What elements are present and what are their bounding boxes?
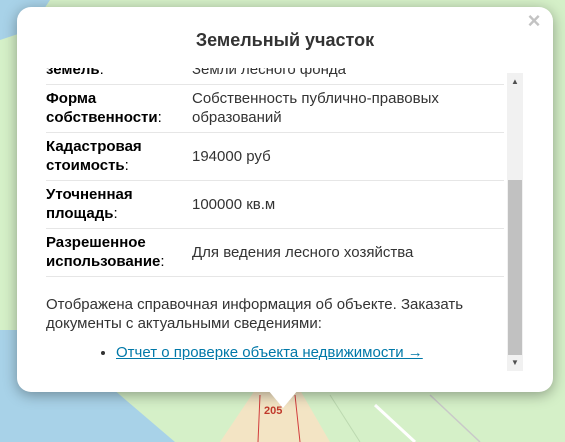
property-row-permitted-use: Разрешенное использование: Для ведения ле… (46, 229, 504, 277)
property-label: Форма собственности: (46, 90, 162, 126)
scrollbar[interactable]: ▲ ▼ (507, 73, 523, 371)
property-value: 100000 кв.м (192, 195, 276, 213)
property-label: земель: (46, 68, 104, 78)
property-label: Кадастровая стоимость: (46, 138, 142, 174)
scroll-down-arrow-icon[interactable]: ▼ (507, 354, 523, 371)
property-report-link[interactable]: Отчет о проверке объекта недвижимости → (116, 344, 423, 361)
close-icon[interactable]: × (525, 10, 543, 32)
info-links: Отчет о проверке объекта недвижимости → (46, 343, 504, 362)
property-value: Собственность публично-правовых образова… (192, 90, 439, 126)
property-value: Для ведения лесного хозяйства (192, 243, 414, 261)
list-item: Отчет о проверке объекта недвижимости → (116, 343, 504, 362)
property-value: 194000 руб (192, 147, 271, 165)
property-row-cadastral-value: Кадастровая стоимость: 194000 руб (46, 133, 504, 181)
property-row-area: Уточненная площадь: 100000 кв.м (46, 181, 504, 229)
property-label: Разрешенное использование: (46, 234, 165, 270)
scroll-up-arrow-icon[interactable]: ▲ (507, 73, 523, 90)
scrollbar-thumb[interactable] (508, 180, 522, 355)
property-row-ownership: Форма собственности: Собственность публич… (46, 85, 504, 133)
popup-pointer (268, 390, 298, 408)
info-text: Отображена справочная информация об объе… (46, 296, 464, 332)
property-row-land-category: земель: Земли лесного фонда (46, 68, 504, 85)
property-label: Уточненная площадь: (46, 186, 133, 222)
info-section: Отображена справочная информация об объе… (46, 295, 504, 362)
parcel-popup: × Земельный участок земель: Земли лесног… (17, 7, 553, 392)
property-value: Земли лесного фонда (192, 68, 346, 78)
popup-content[interactable]: земель: Земли лесного фонда Форма собстве… (46, 68, 504, 371)
popup-title: Земельный участок (195, 30, 375, 50)
